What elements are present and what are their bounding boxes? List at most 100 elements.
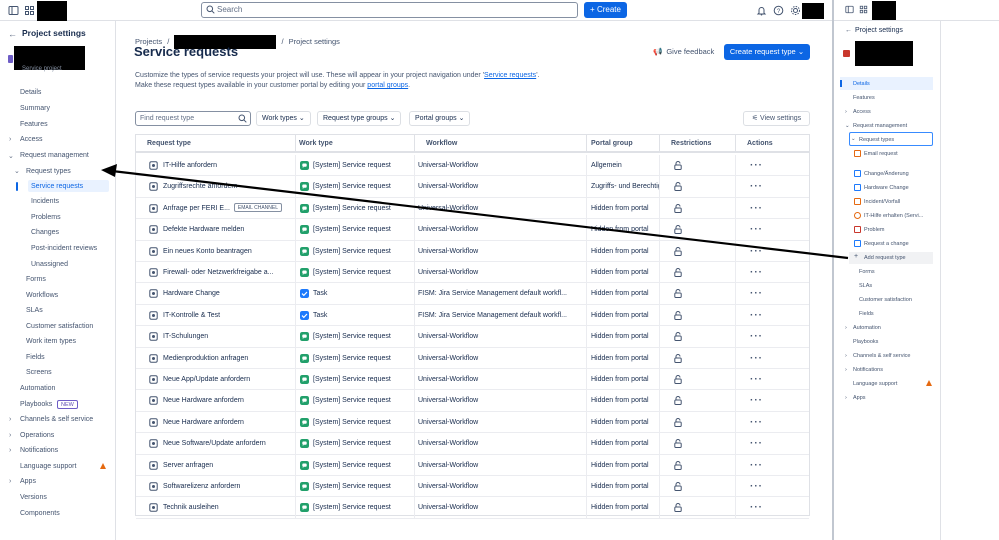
chevron-right-icon[interactable]: ›	[9, 447, 11, 454]
more-actions-icon[interactable]: ···	[750, 155, 763, 176]
cell-restrictions[interactable]	[660, 326, 736, 348]
more-actions-icon[interactable]: ···	[750, 369, 763, 390]
cell-restrictions[interactable]	[660, 304, 736, 326]
give-feedback-button[interactable]: 📢 Give feedback	[653, 47, 714, 56]
cell-workflow[interactable]: Universal-Workflow	[415, 197, 587, 219]
request-type-groups-dropdown[interactable]: Request type groups ⌄	[317, 111, 402, 126]
sidebar-toggle-icon[interactable]	[8, 5, 19, 16]
cell-workflow[interactable]: Universal-Workflow	[415, 219, 587, 241]
right-item-slas[interactable]: SLAs	[859, 283, 872, 289]
sidebar-item-incidents[interactable]: Incidents	[31, 198, 59, 205]
sidebar-toggle-icon[interactable]	[844, 5, 855, 16]
chevron-right-icon[interactable]: ›	[9, 478, 11, 485]
cell-request-type[interactable]: IT-Hilfe anfordern	[136, 155, 296, 176]
table-row[interactable]: IT-Kontrolle & Test Task FISM: Jira Servic…	[136, 304, 809, 327]
sidebar-item-slas[interactable]: SLAs	[26, 307, 43, 314]
cell-workflow[interactable]: Universal-Workflow	[415, 476, 587, 497]
right-item-hardware-change[interactable]: Hardware Change	[864, 185, 909, 191]
cell-request-type[interactable]: Hardware Change	[136, 283, 296, 305]
cell-workflow[interactable]: Universal-Workflow	[415, 347, 587, 369]
more-actions-icon[interactable]: ···	[750, 326, 763, 347]
chevron-right-icon[interactable]: ›	[845, 353, 847, 359]
column-header-workflow[interactable]: Workflow	[415, 135, 587, 153]
back-arrow-icon[interactable]: ←	[845, 27, 852, 34]
cell-workflow[interactable]: Universal-Workflow	[415, 262, 587, 283]
cell-restrictions[interactable]	[660, 476, 736, 497]
find-request-type-input[interactable]: Find request type	[135, 111, 251, 126]
cell-request-type[interactable]: Neue Hardware anfordern	[136, 411, 296, 433]
more-actions-icon[interactable]: ···	[750, 476, 763, 497]
right-item-change[interactable]: Change/Änderung	[864, 171, 909, 177]
help-icon[interactable]: ?	[773, 5, 784, 16]
cell-request-type[interactable]: Server anfragen	[136, 454, 296, 476]
table-row[interactable]: IT-Schulungen [System] Service request Uni…	[136, 326, 809, 348]
work-types-dropdown[interactable]: Work types ⌄	[256, 111, 311, 126]
cell-restrictions[interactable]	[660, 197, 736, 219]
cell-workflow[interactable]: FISM: Jira Service Management default wo…	[415, 283, 587, 305]
cell-workflow[interactable]: Universal-Workflow	[415, 454, 587, 476]
cell-request-type[interactable]: IT-Schulungen	[136, 326, 296, 348]
cell-request-type[interactable]: Technik ausleihen	[136, 497, 296, 519]
cell-workflow[interactable]: Universal-Workflow	[415, 411, 587, 433]
chevron-right-icon[interactable]: ›	[845, 367, 847, 373]
right-item-customer-satisfaction[interactable]: Customer satisfaction	[859, 297, 912, 303]
cell-request-type[interactable]: Neue App/Update anfordern	[136, 369, 296, 390]
sidebar-item-work-item-types[interactable]: Work item types	[26, 338, 76, 345]
cell-request-type[interactable]: Firewall- oder Netzwerkfreigabe a...	[136, 262, 296, 283]
cell-restrictions[interactable]	[660, 240, 736, 262]
right-item-request-change[interactable]: Request a change	[864, 241, 909, 247]
sidebar-item-service-requests[interactable]: Service requests	[31, 183, 83, 190]
sidebar-item-workflows[interactable]: Workflows	[26, 292, 58, 299]
app-switcher-icon[interactable]	[858, 5, 869, 16]
breadcrumb-project-settings[interactable]: Project settings	[289, 37, 340, 46]
right-item-channels[interactable]: Channels & self service	[853, 353, 910, 359]
sidebar-item-changes[interactable]: Changes	[31, 229, 59, 236]
plus-icon[interactable]: +	[854, 253, 858, 260]
sidebar-item-playbooks[interactable]: Playbooks	[20, 401, 52, 408]
right-item-features[interactable]: Features	[853, 95, 875, 101]
sidebar-item-language-support[interactable]: Language support	[20, 463, 76, 470]
more-actions-icon[interactable]: ···	[750, 305, 763, 326]
cell-restrictions[interactable]	[660, 369, 736, 390]
sidebar-item-versions[interactable]: Versions	[20, 494, 47, 501]
chevron-right-icon[interactable]: ›	[845, 395, 847, 401]
chevron-right-icon[interactable]: ›	[9, 136, 11, 143]
sidebar-item-request-management[interactable]: Request management	[20, 152, 89, 159]
chevron-right-icon[interactable]: ›	[845, 109, 847, 115]
more-actions-icon[interactable]: ···	[750, 433, 763, 454]
table-row[interactable]: Neue Software/Update anfordern [System] S…	[136, 433, 809, 455]
view-settings-button[interactable]: ⚟ View settings	[743, 111, 810, 126]
table-row[interactable]: Medienproduktion anfragen [System] Servic…	[136, 347, 809, 369]
cell-restrictions[interactable]	[660, 219, 736, 241]
sidebar-item-components[interactable]: Components	[20, 510, 60, 517]
right-item-incident[interactable]: Incident/Vorfall	[864, 199, 900, 205]
right-item-request-types[interactable]: Request types	[859, 137, 894, 143]
create-button[interactable]: + Create	[584, 2, 627, 18]
column-header-request-type[interactable]: Request type	[136, 135, 296, 153]
column-header-portal-group[interactable]: Portal group	[587, 135, 660, 153]
gear-icon[interactable]	[790, 5, 801, 16]
portal-groups-dropdown[interactable]: Portal groups ⌄	[409, 111, 471, 126]
sidebar-item-automation[interactable]: Automation	[20, 385, 55, 392]
cell-restrictions[interactable]	[660, 176, 736, 198]
chevron-right-icon[interactable]: ›	[845, 325, 847, 331]
cell-request-type[interactable]: Anfrage per FERI E... EMAIL CHANNEL	[136, 197, 296, 219]
search-input[interactable]: Search	[201, 2, 578, 18]
table-row[interactable]: Firewall- oder Netzwerkfreigabe a... [Sys…	[136, 262, 809, 284]
sidebar-item-fields[interactable]: Fields	[26, 354, 45, 361]
table-row[interactable]: Technik ausleihen [System] Service reques…	[136, 497, 809, 519]
more-actions-icon[interactable]: ···	[750, 219, 763, 240]
right-item-apps[interactable]: Apps	[853, 395, 866, 401]
more-actions-icon[interactable]: ···	[750, 455, 763, 476]
table-row[interactable]: Neue Hardware anfordern [System] Service …	[136, 390, 809, 412]
cell-workflow[interactable]: Universal-Workflow	[415, 155, 587, 176]
cell-request-type[interactable]: Medienproduktion anfragen	[136, 347, 296, 369]
sidebar-item-forms[interactable]: Forms	[26, 276, 46, 283]
more-actions-icon[interactable]: ···	[750, 198, 763, 219]
right-item-language-support[interactable]: Language support	[853, 381, 897, 387]
chevron-down-icon[interactable]: ⌄	[851, 136, 856, 142]
table-row[interactable]: IT-Hilfe anfordern [System] Service reque…	[136, 155, 809, 177]
more-actions-icon[interactable]: ···	[750, 262, 763, 283]
cell-workflow[interactable]: FISM: Jira Service Management default wo…	[415, 304, 587, 326]
cell-workflow[interactable]: Universal-Workflow	[415, 176, 587, 198]
